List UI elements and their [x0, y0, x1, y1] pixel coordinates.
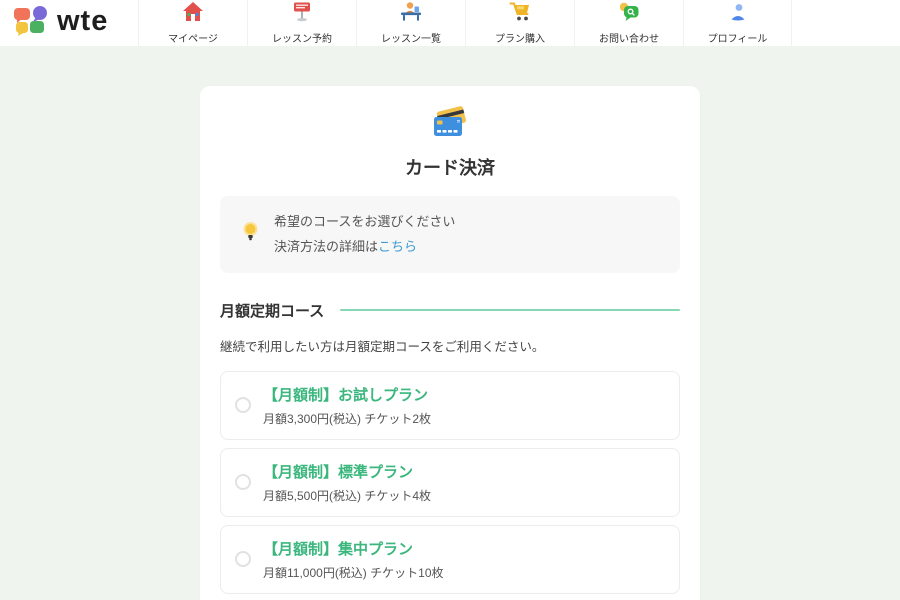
nav-item-profile[interactable]: プロフィール	[683, 0, 792, 46]
plan-option-standard[interactable]: 【月額制】標準プラン 月額5,500円(税込) チケット4枚	[220, 448, 680, 517]
details-link[interactable]: こちら	[378, 239, 417, 254]
radio-button[interactable]	[235, 474, 251, 490]
section-title: 月額定期コース	[220, 300, 324, 321]
section-header: 月額定期コース	[220, 300, 680, 321]
nav-item-lesson-reserve[interactable]: レッスン予約	[247, 0, 356, 46]
logo-text: wte	[57, 7, 108, 40]
plan-detail: 月額3,300円(税込) チケット2枚	[263, 410, 431, 427]
notice-line1: 希望のコースをお選びください	[274, 209, 455, 234]
plan-detail: 月額5,500円(税込) チケット4枚	[263, 487, 431, 504]
page-title: カード決済	[220, 154, 680, 180]
notice-line2: 決済方法の詳細はこちら	[274, 234, 455, 259]
plan-list: 【月額制】お試しプラン 月額3,300円(税込) チケット2枚 【月額制】標準プ…	[220, 371, 680, 600]
lesson-desk-icon	[399, 1, 423, 27]
logo-bubbles-icon	[13, 4, 49, 43]
person-icon	[728, 2, 748, 27]
plan-option-intensive[interactable]: 【月額制】集中プラン 月額11,000円(税込) チケット10枚	[220, 525, 680, 594]
payment-card: カード決済 希望のコースをお選びください 決済方法の詳細はこちら 月額定期コース…	[200, 86, 700, 600]
plan-option-trial[interactable]: 【月額制】お試しプラン 月額3,300円(税込) チケット2枚	[220, 371, 680, 440]
nav-item-label: お問い合わせ	[599, 30, 659, 45]
nav-item-label: プロフィール	[708, 30, 768, 45]
radio-button[interactable]	[235, 551, 251, 567]
nav-item-plan-purchase[interactable]: プラン購入	[465, 0, 574, 46]
nav-item-label: プラン購入	[495, 30, 545, 45]
radio-button[interactable]	[235, 397, 251, 413]
credit-card-icon	[430, 106, 470, 143]
nav-item-contact[interactable]: お問い合わせ	[574, 0, 683, 46]
plan-detail: 月額11,000円(税込) チケット10枚	[263, 564, 444, 581]
plan-title: 【月額制】お試しプラン	[263, 384, 431, 405]
home-icon	[182, 1, 204, 27]
top-navigation: wte マイページ レッスン予約	[0, 0, 900, 46]
plan-title: 【月額制】集中プラン	[263, 538, 444, 559]
nav-item-label: レッスン予約	[272, 30, 332, 45]
section-divider	[340, 309, 680, 311]
notice-text: 希望のコースをお選びください 決済方法の詳細はこちら	[274, 209, 455, 260]
lightbulb-icon	[242, 220, 259, 249]
nav-item-mypage[interactable]: マイページ	[138, 0, 247, 46]
notice-box: 希望のコースをお選びください 決済方法の詳細はこちら	[220, 196, 680, 273]
chat-icon	[618, 2, 640, 27]
signboard-icon	[292, 1, 312, 27]
logo[interactable]: wte	[0, 0, 138, 46]
plan-title: 【月額制】標準プラン	[263, 461, 431, 482]
page-body: カード決済 希望のコースをお選びください 決済方法の詳細はこちら 月額定期コース…	[0, 86, 900, 600]
nav-item-lesson-list[interactable]: レッスン一覧	[356, 0, 465, 46]
cart-icon	[509, 1, 532, 27]
section-description: 継続で利用したい方は月額定期コースをご利用ください。	[220, 336, 680, 355]
nav-item-label: レッスン一覧	[381, 30, 441, 45]
nav-item-label: マイページ	[168, 30, 218, 45]
